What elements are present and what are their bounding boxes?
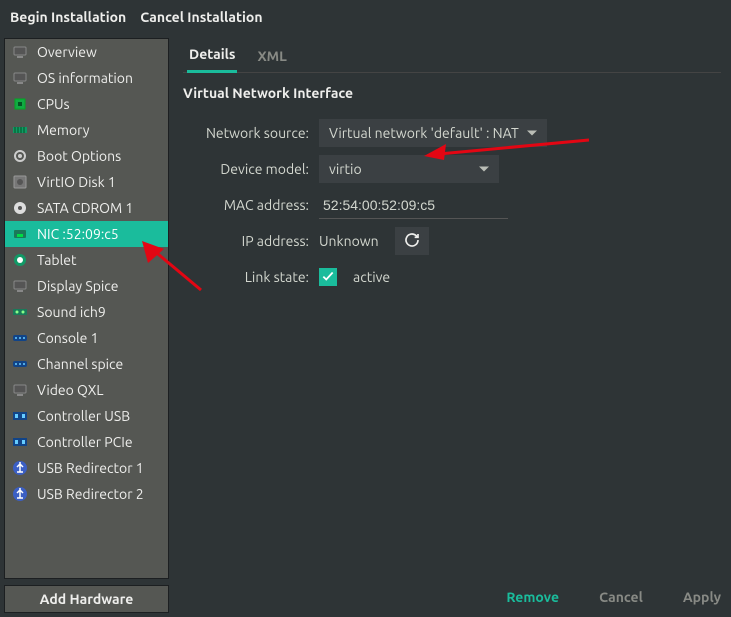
sidebar-item-label: USB Redirector 2: [37, 486, 144, 502]
nic-icon: [11, 225, 29, 243]
disk-icon: [11, 173, 29, 191]
tablet-icon: [11, 251, 29, 269]
sidebar-item-controller-pcie[interactable]: Controller PCIe: [5, 429, 168, 455]
serial-icon: [11, 355, 29, 373]
sound-icon: [11, 303, 29, 321]
cancel-button[interactable]: Cancel: [599, 589, 643, 605]
memory-icon: [11, 121, 29, 139]
sidebar-item-sata-cdrom-1[interactable]: SATA CDROM 1: [5, 195, 168, 221]
sidebar-item-console-1[interactable]: Console 1: [5, 325, 168, 351]
sidebar-item-label: Console 1: [37, 330, 99, 346]
sidebar-item-label: Tablet: [37, 252, 77, 268]
usb-ctl-icon: [11, 407, 29, 425]
device-model-label: Device model:: [183, 161, 309, 177]
sidebar-item-controller-usb[interactable]: Controller USB: [5, 403, 168, 429]
sidebar-item-label: Channel spice: [37, 356, 123, 372]
serial-icon: [11, 329, 29, 347]
mac-address-input[interactable]: [319, 191, 508, 219]
sidebar-item-display-spice[interactable]: Display Spice: [5, 273, 168, 299]
sidebar-item-boot-options[interactable]: Boot Options: [5, 143, 168, 169]
monitor-icon: [11, 69, 29, 87]
remove-button[interactable]: Remove: [506, 589, 559, 605]
sidebar-item-video-qxl[interactable]: Video QXL: [5, 377, 168, 403]
sidebar-item-channel-spice[interactable]: Channel spice: [5, 351, 168, 377]
sidebar-item-nic-52-09-c5[interactable]: NIC :52:09:c5: [5, 221, 168, 247]
usb-icon: [11, 459, 29, 477]
ip-address-label: IP address:: [183, 233, 309, 249]
gear-icon: [11, 147, 29, 165]
tab-xml[interactable]: XML: [255, 42, 288, 72]
link-state-label: Link state:: [183, 269, 309, 285]
network-source-select[interactable]: Virtual network 'default' : NAT: [319, 119, 547, 147]
link-state-checkbox[interactable]: [319, 268, 337, 286]
check-icon: [321, 269, 335, 286]
sidebar-item-label: OS information: [37, 70, 133, 86]
cancel-installation-button[interactable]: Cancel Installation: [140, 9, 262, 25]
link-state-value: active: [353, 269, 390, 285]
sidebar-item-label: NIC :52:09:c5: [37, 226, 119, 242]
sidebar-item-label: Memory: [37, 122, 90, 138]
device-model-select[interactable]: virtio: [319, 155, 499, 183]
usb-ctl-icon: [11, 433, 29, 451]
monitor-icon: [11, 43, 29, 61]
cdrom-icon: [11, 199, 29, 217]
sidebar-item-label: VirtIO Disk 1: [37, 174, 116, 190]
sidebar-item-sound-ich9[interactable]: Sound ich9: [5, 299, 168, 325]
begin-installation-button[interactable]: Begin Installation: [10, 9, 126, 25]
sidebar-item-label: Sound ich9: [37, 304, 106, 320]
sidebar-item-label: Display Spice: [37, 278, 119, 294]
refresh-icon: [404, 232, 420, 251]
sidebar-item-label: Controller USB: [37, 408, 130, 424]
cpu-icon: [11, 95, 29, 113]
sidebar-item-label: SATA CDROM 1: [37, 200, 133, 216]
sidebar-item-cpus[interactable]: CPUs: [5, 91, 168, 117]
device-model-value: virtio: [329, 161, 362, 177]
sidebar-item-virtio-disk-1[interactable]: VirtIO Disk 1: [5, 169, 168, 195]
sidebar-item-tablet[interactable]: Tablet: [5, 247, 168, 273]
monitor-icon: [11, 277, 29, 295]
hardware-list: Overview OS information CPUs Memory Boot Opt…: [4, 38, 169, 579]
mac-address-label: MAC address:: [183, 197, 309, 213]
sidebar-item-overview[interactable]: Overview: [5, 39, 168, 65]
sidebar-item-label: Overview: [37, 44, 97, 60]
sidebar-item-os-information[interactable]: OS information: [5, 65, 168, 91]
sidebar-item-label: Controller PCIe: [37, 434, 133, 450]
monitor-icon: [11, 381, 29, 399]
network-source-label: Network source:: [183, 125, 309, 141]
usb-icon: [11, 485, 29, 503]
sidebar-item-usb-redirector-1[interactable]: USB Redirector 1: [5, 455, 168, 481]
refresh-ip-button[interactable]: [395, 227, 429, 255]
section-title: Virtual Network Interface: [183, 73, 721, 115]
sidebar-item-label: Video QXL: [37, 382, 103, 398]
ip-address-value: Unknown: [319, 233, 379, 249]
apply-button[interactable]: Apply: [683, 589, 721, 605]
sidebar-item-label: CPUs: [37, 96, 70, 112]
network-source-value: Virtual network 'default' : NAT: [329, 125, 519, 141]
sidebar-item-label: USB Redirector 1: [37, 460, 144, 476]
sidebar-item-usb-redirector-2[interactable]: USB Redirector 2: [5, 481, 168, 507]
sidebar-item-label: Boot Options: [37, 148, 121, 164]
tab-details[interactable]: Details: [187, 40, 237, 73]
sidebar-item-memory[interactable]: Memory: [5, 117, 168, 143]
add-hardware-button[interactable]: Add Hardware: [4, 585, 169, 613]
